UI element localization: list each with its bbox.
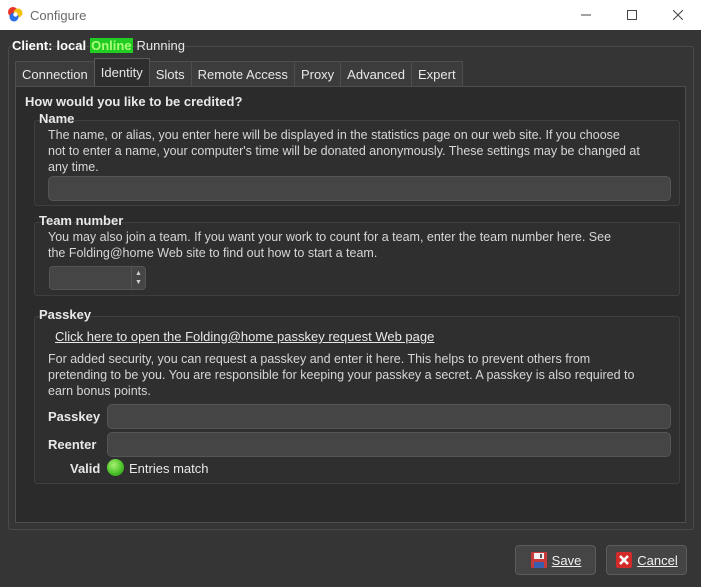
tab-connection[interactable]: Connection bbox=[15, 61, 95, 87]
stepper-up-icon[interactable]: ▲ bbox=[135, 269, 142, 278]
configure-window: Configure Client: local Online Running C… bbox=[0, 0, 701, 587]
maximize-button[interactable] bbox=[609, 0, 655, 30]
title-bar: Configure bbox=[0, 0, 701, 30]
client-host: local bbox=[56, 38, 87, 53]
save-label: Save bbox=[551, 552, 582, 568]
close-icon bbox=[673, 10, 683, 20]
save-button[interactable]: Save bbox=[515, 545, 596, 575]
cancel-label: Cancel bbox=[637, 552, 678, 568]
tab-advanced[interactable]: Advanced bbox=[340, 61, 412, 87]
name-description-2: not to enter a name, your computer's tim… bbox=[48, 144, 640, 158]
passkey-description-2: pretending to be you. You are responsibl… bbox=[48, 368, 635, 382]
floppy-disk-icon bbox=[530, 552, 547, 568]
team-description-1: You may also join a team. If you want yo… bbox=[48, 230, 612, 244]
folding-at-home-icon bbox=[8, 7, 23, 22]
passkey-description-1: For added security, you can request a pa… bbox=[48, 352, 591, 366]
passkey-request-link[interactable]: Click here to open the Folding@home pass… bbox=[55, 329, 434, 344]
passkey-input[interactable] bbox=[107, 404, 671, 429]
tab-proxy[interactable]: Proxy bbox=[293, 61, 342, 87]
tab-remote-access[interactable]: Remote Access bbox=[190, 61, 295, 87]
valid-label: Valid bbox=[70, 461, 101, 476]
tab-slots[interactable]: Slots bbox=[148, 61, 192, 87]
minimize-button[interactable] bbox=[563, 0, 609, 30]
reenter-passkey-input[interactable] bbox=[107, 432, 671, 457]
client-status-line: Client: local Online Running bbox=[12, 38, 185, 53]
stepper-arrows[interactable]: ▲ ▼ bbox=[131, 267, 145, 289]
passkey-label: Passkey bbox=[48, 409, 101, 424]
valid-status-text: Entries match bbox=[129, 461, 209, 476]
team-number-stepper[interactable]: ▲ ▼ bbox=[49, 266, 146, 290]
credit-heading: How would you like to be credited? bbox=[25, 94, 243, 109]
client-status: Running bbox=[136, 38, 185, 53]
minimize-icon bbox=[581, 14, 591, 16]
tab-expert[interactable]: Expert bbox=[411, 61, 463, 87]
close-button[interactable] bbox=[655, 0, 701, 30]
team-group-title: Team number bbox=[39, 213, 124, 228]
stepper-down-icon[interactable]: ▼ bbox=[135, 278, 142, 287]
tab-bar: Connection Identity Slots Remote Access … bbox=[15, 58, 463, 87]
window-title: Configure bbox=[30, 8, 87, 23]
name-description-1: The name, or alias, you enter here will … bbox=[48, 128, 620, 142]
name-description-3: any time. bbox=[48, 160, 99, 174]
name-input[interactable] bbox=[48, 176, 671, 201]
passkey-group-title: Passkey bbox=[39, 307, 92, 322]
team-description-2: the Folding@home Web site to find out ho… bbox=[48, 246, 378, 260]
tab-identity[interactable]: Identity bbox=[93, 58, 150, 86]
client-label: Client: bbox=[12, 38, 53, 53]
name-group-title: Name bbox=[39, 111, 75, 126]
valid-status-icon bbox=[107, 459, 124, 476]
online-badge: Online bbox=[90, 38, 133, 53]
cancel-x-icon bbox=[616, 552, 633, 568]
reenter-label: Reenter bbox=[48, 437, 97, 452]
maximize-icon bbox=[627, 10, 637, 20]
passkey-description-3: earn bonus points. bbox=[48, 384, 151, 398]
cancel-button[interactable]: Cancel bbox=[606, 545, 687, 575]
